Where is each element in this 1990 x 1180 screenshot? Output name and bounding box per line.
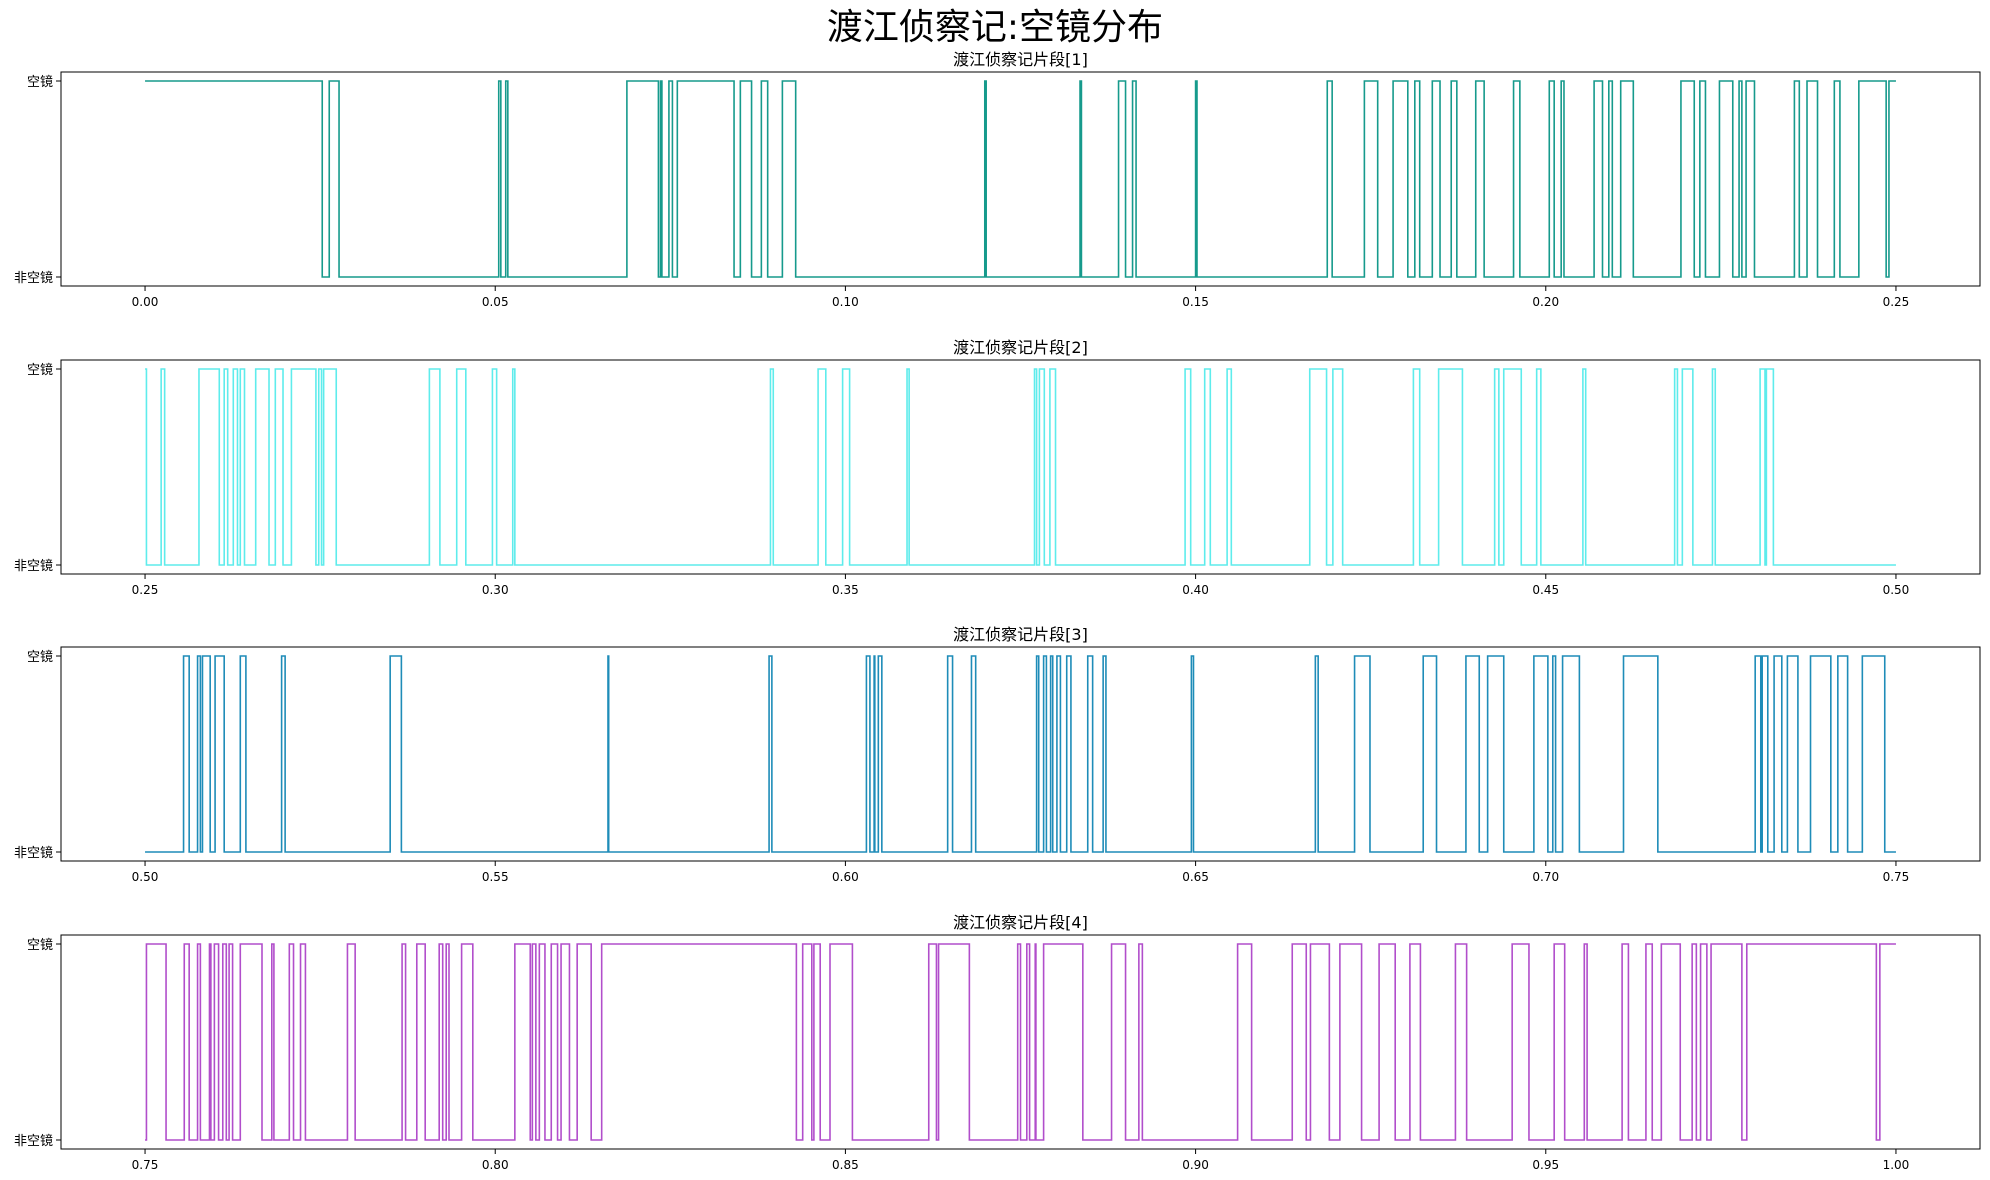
subplot-4: 渡江侦察记片段[4] 空镜非空镜 0.75 0.80 0.85 0.90 0.95 1.00: [14, 913, 1981, 1172]
subplot-1: 渡江侦察记片段[1] 空镜非空镜 0.00 0.05 0.10 0.15 0.20 0.25: [14, 50, 1981, 309]
x-tick-label: 0.80: [482, 1158, 509, 1172]
y-tick-label: 非空镜: [14, 271, 53, 286]
subplot-title: 渡江侦察记片段[2]: [953, 338, 1088, 357]
subplot-title: 渡江侦察记片段[4]: [953, 913, 1088, 932]
x-tick-label: 0.10: [832, 295, 859, 309]
subplot-2: 渡江侦察记片段[2] 空镜非空镜 0.25 0.30 0.35 0.40 0.45 0.50: [14, 338, 1981, 597]
x-tick-label: 0.05: [482, 295, 509, 309]
x-tick-label: 0.00: [132, 295, 159, 309]
subplot-title: 渡江侦察记片段[1]: [953, 50, 1088, 69]
x-tick-label: 0.30: [482, 583, 509, 597]
x-tick-label: 0.25: [132, 583, 159, 597]
x-tick-label: 0.70: [1532, 870, 1559, 884]
x-tick-label: 0.45: [1532, 583, 1559, 597]
x-tick-label: 0.85: [832, 1158, 859, 1172]
x-tick-label: 0.55: [482, 870, 509, 884]
x-tick-label: 1.00: [1883, 1158, 1910, 1172]
x-tick-label: 0.40: [1182, 583, 1209, 597]
y-tick-label: 空镜: [27, 938, 53, 953]
y-tick-label: 非空镜: [14, 1134, 53, 1149]
x-tick-label: 0.15: [1182, 295, 1209, 309]
x-tick-label: 0.60: [832, 870, 859, 884]
x-tick-label: 0.90: [1182, 1158, 1209, 1172]
plot-frame: [60, 646, 1981, 862]
subplot-title: 渡江侦察记片段[3]: [953, 625, 1088, 644]
x-tick-label: 0.95: [1532, 1158, 1559, 1172]
x-tick-label: 0.50: [1883, 583, 1910, 597]
y-tick-label: 空镜: [27, 75, 53, 90]
x-tick-label: 0.75: [1883, 870, 1910, 884]
y-tick-label: 非空镜: [14, 559, 53, 574]
x-tick-label: 0.65: [1182, 870, 1209, 884]
series-line: [145, 368, 1896, 566]
series-line: [145, 80, 1896, 278]
x-tick-label: 0.75: [132, 1158, 159, 1172]
series-line: [145, 655, 1896, 853]
y-tick-label: 空镜: [27, 363, 53, 378]
plot-frame: [60, 71, 1981, 287]
step-charts: 渡江侦察记片段[1]空镜非空镜0.00 0.05 0.10 0.15 0.20 0.25渡…: [14, 50, 1981, 1172]
subplot-3: 渡江侦察记片段[3] 空镜非空镜 0.50 0.55 0.60 0.65 0.70 0.75: [14, 625, 1981, 884]
x-tick-label: 0.35: [832, 583, 859, 597]
x-tick-label: 0.20: [1532, 295, 1559, 309]
y-tick-label: 空镜: [27, 650, 53, 665]
series-line: [145, 943, 1896, 1141]
x-tick-label: 0.25: [1883, 295, 1910, 309]
y-tick-label: 非空镜: [14, 846, 53, 861]
x-tick-label: 0.50: [132, 870, 159, 884]
